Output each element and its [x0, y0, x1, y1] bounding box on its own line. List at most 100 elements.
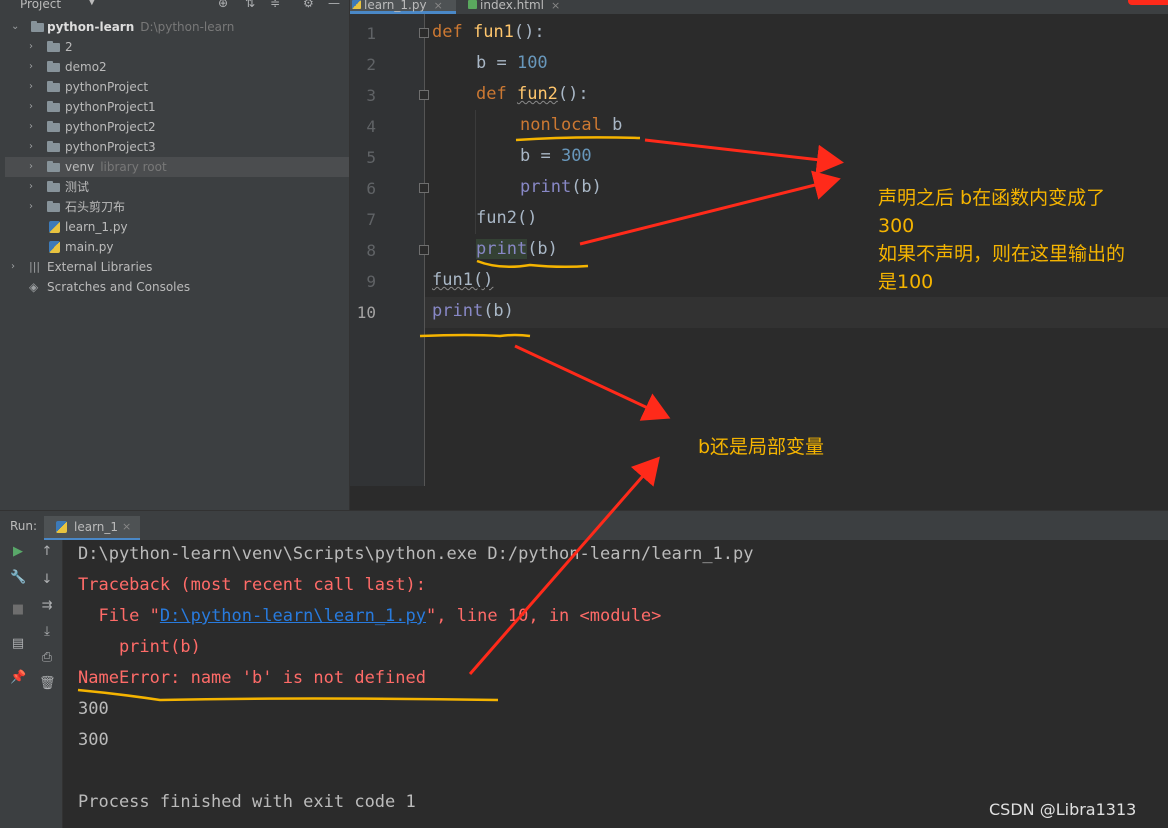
chevron-down-icon[interactable]: ▼: [88, 0, 96, 7]
console-output: 300: [78, 699, 109, 719]
folder-icon: [47, 41, 60, 52]
gear-icon[interactable]: ⚙: [303, 0, 314, 10]
folder-icon: [47, 181, 60, 192]
tree-item-learn1[interactable]: learn_1.py: [5, 217, 349, 237]
root-name: python-learn: [47, 20, 135, 34]
chevron-right-icon[interactable]: ›: [29, 137, 33, 157]
number-literal: 100: [516, 53, 548, 73]
fold-marker-icon[interactable]: [419, 28, 429, 38]
arrow-up-icon[interactable]: ↑: [39, 544, 55, 559]
tree-item-rps[interactable]: › 石头剪刀布: [5, 197, 349, 217]
console-traceback-file: File "D:\python-learn\learn_1.py", line …: [78, 606, 661, 626]
folder-icon: [47, 101, 60, 112]
stop-icon[interactable]: ■: [10, 602, 26, 617]
run-console-output[interactable]: D:\python-learn\venv\Scripts\python.exe …: [63, 540, 1168, 828]
annotation-text: 声明之后 b在函数内变成了: [878, 187, 1106, 209]
project-title[interactable]: Project: [20, 0, 61, 11]
line-number-current: 10: [356, 303, 376, 322]
tree-item-test[interactable]: › 测试: [5, 177, 349, 197]
tab-index-html[interactable]: index.html ×: [466, 0, 580, 14]
tree-item-scratches[interactable]: ◈ Scratches and Consoles: [5, 277, 349, 297]
python-file-icon: [49, 241, 60, 253]
line-number: 3: [366, 86, 376, 105]
function-name: fun2: [516, 84, 558, 104]
library-icon: |||: [29, 260, 41, 273]
collapse-all-icon[interactable]: ⇅: [245, 0, 255, 10]
chevron-right-icon[interactable]: ›: [29, 97, 33, 117]
console-text: File ": [78, 606, 160, 626]
close-icon[interactable]: ×: [434, 0, 443, 12]
wrench-icon[interactable]: 🔧: [10, 570, 26, 585]
fold-marker-icon[interactable]: [419, 183, 429, 193]
close-icon[interactable]: ×: [122, 520, 131, 533]
tree-item-external-libraries[interactable]: › ||| External Libraries: [5, 257, 349, 277]
annotation-text: 300: [878, 215, 915, 237]
fold-marker-icon[interactable]: [419, 90, 429, 100]
chevron-right-icon[interactable]: ›: [29, 177, 33, 197]
console-traceback-code: print(b): [78, 637, 201, 657]
tree-item-pythonproject2[interactable]: › pythonProject2: [5, 117, 349, 137]
locate-icon[interactable]: ⊕: [218, 0, 228, 10]
chevron-right-icon[interactable]: ›: [29, 197, 33, 217]
tree-item-label: pythonProject: [65, 80, 149, 94]
tree-item-demo2[interactable]: › demo2: [5, 57, 349, 77]
code-line-10: print(b): [432, 301, 514, 321]
editor-tabs: learn_1.py × index.html ×: [350, 0, 1168, 14]
code-line-9: fun1(): [432, 270, 493, 290]
library-root-hint: library root: [100, 160, 167, 174]
pin-icon[interactable]: 📌: [10, 670, 26, 685]
chevron-right-icon[interactable]: ›: [11, 257, 15, 277]
tab-label: learn_1.py: [364, 0, 427, 12]
red-marker: [1128, 0, 1168, 5]
trash-icon[interactable]: 🗑: [39, 676, 56, 691]
tab-learn-1-py[interactable]: learn_1.py ×: [350, 0, 456, 14]
tab-label: index.html: [480, 0, 544, 12]
run-tab[interactable]: learn_1 ×: [44, 516, 140, 540]
layout-icon[interactable]: ▤: [10, 636, 26, 651]
code-line-2: b = 100: [476, 53, 548, 73]
code-text: ():: [557, 84, 589, 104]
line-number: 4: [366, 117, 376, 136]
code-text: (b): [571, 177, 602, 197]
tree-item-label: pythonProject3: [65, 140, 156, 154]
code-text: b =: [476, 53, 517, 73]
soft-wrap-icon[interactable]: ⇉: [39, 598, 55, 613]
chevron-right-icon[interactable]: ›: [29, 37, 33, 57]
project-header: Project ▼ ⊕ ⇅ ≑ ⚙ —: [0, 0, 349, 14]
number-literal: 300: [560, 146, 592, 166]
arrow-down-icon[interactable]: ↓: [39, 572, 55, 587]
chevron-down-icon[interactable]: ⌄: [11, 17, 19, 37]
chevron-right-icon[interactable]: ›: [29, 117, 33, 137]
file-link[interactable]: D:\python-learn\learn_1.py: [160, 606, 426, 626]
tree-item-2[interactable]: › 2: [5, 37, 349, 57]
rerun-icon[interactable]: ▶: [10, 544, 26, 559]
folder-icon: [47, 201, 60, 212]
tree-root[interactable]: ⌄ python-learn D:\python-learn: [5, 17, 349, 37]
tree-item-pythonproject1[interactable]: › pythonProject1: [5, 97, 349, 117]
run-tool-window-header: Run: learn_1 ×: [0, 510, 1168, 541]
tree-item-venv[interactable]: › venv library root: [5, 157, 349, 177]
line-number: 7: [366, 210, 376, 229]
run-label: Run:: [10, 519, 38, 533]
console-error: NameError: name 'b' is not defined: [78, 668, 426, 688]
chevron-right-icon[interactable]: ›: [29, 157, 33, 177]
close-icon[interactable]: ×: [551, 0, 560, 12]
code-text: b =: [520, 146, 561, 166]
chevron-right-icon[interactable]: ›: [29, 77, 33, 97]
tree-item-pythonproject3[interactable]: › pythonProject3: [5, 137, 349, 157]
tree-item-main[interactable]: main.py: [5, 237, 349, 257]
tree-item-label: Scratches and Consoles: [47, 280, 191, 294]
minimize-icon[interactable]: —: [328, 0, 340, 10]
chevron-right-icon[interactable]: ›: [29, 57, 33, 77]
tree-item-label: 石头剪刀布: [65, 200, 126, 214]
scroll-to-end-icon[interactable]: ⤓: [39, 624, 55, 639]
run-toolbar-primary: ▶ 🔧 ■ ▤ 📌: [0, 540, 32, 828]
builtin-function: print: [520, 177, 572, 197]
code-text: (b): [483, 301, 514, 321]
fold-marker-icon[interactable]: [419, 245, 429, 255]
tree-item-pythonproject[interactable]: › pythonProject: [5, 77, 349, 97]
project-panel: Project ▼ ⊕ ⇅ ≑ ⚙ — ⌄ python-learn D:\pyt…: [0, 0, 350, 510]
code-line-4: nonlocal b: [520, 115, 622, 135]
expand-all-icon[interactable]: ≑: [270, 0, 280, 10]
print-icon[interactable]: ⎙: [39, 650, 55, 665]
